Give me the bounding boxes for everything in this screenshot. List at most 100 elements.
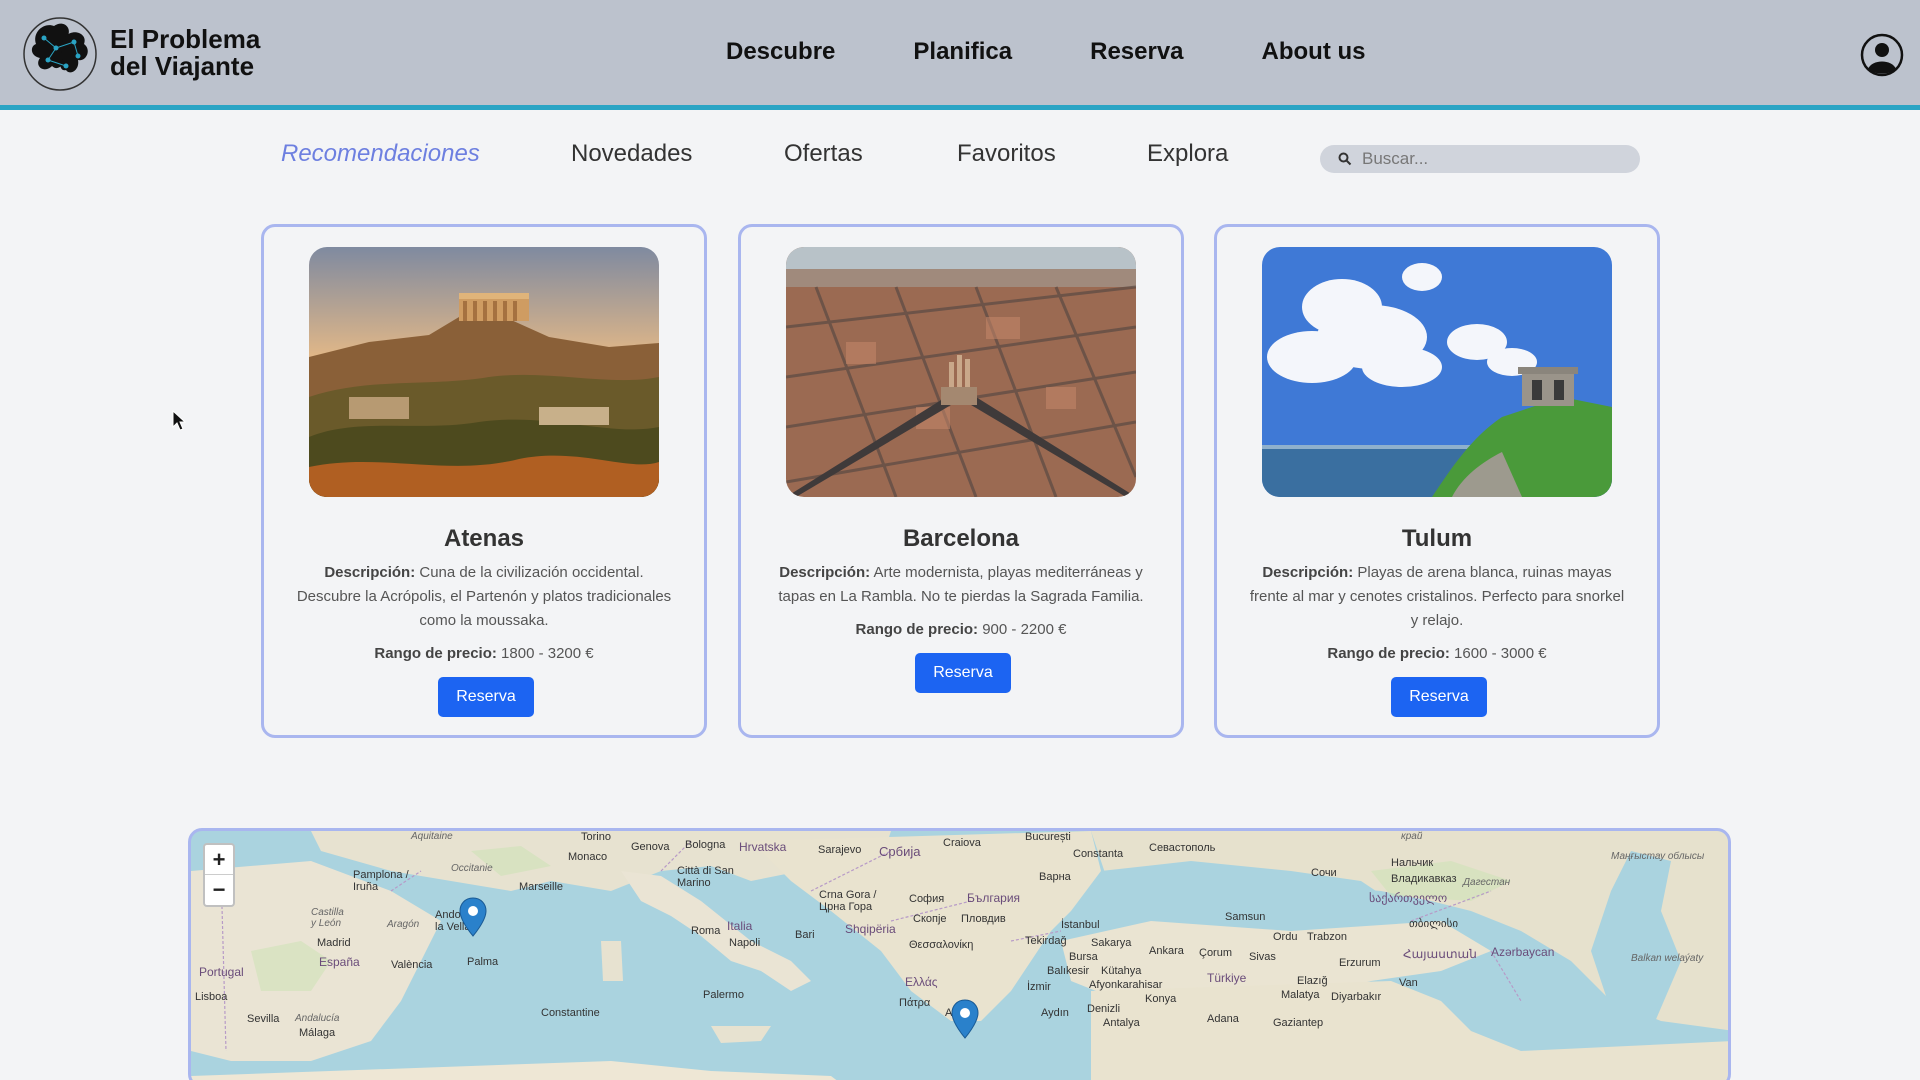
desc-label: Descripción: — [324, 564, 416, 581]
map-label: Madrid — [317, 937, 351, 949]
map-label: Tekirdağ — [1025, 935, 1067, 947]
map-label: Balkan welaýaty — [1631, 953, 1704, 964]
barcelona-image — [786, 247, 1136, 497]
tab-recomendaciones[interactable]: Recomendaciones — [281, 140, 480, 168]
map-label: Denizli — [1087, 1003, 1121, 1015]
card-title-barcelona: Barcelona — [902, 525, 1020, 552]
zoom-out-button[interactable]: − — [205, 875, 233, 905]
map-label: Erzurum — [1339, 957, 1381, 969]
map-pin-icon[interactable] — [459, 897, 487, 937]
map-label: Нальчик — [1391, 857, 1434, 869]
map-label: İzmir — [1027, 981, 1051, 993]
map-label: Malatya — [1281, 989, 1320, 1001]
map-label: Málaga — [299, 1027, 336, 1039]
map-label: Скопје — [913, 913, 947, 925]
search-icon — [1338, 152, 1352, 166]
map-label: Հայաստան — [1403, 947, 1477, 961]
nav-planifica[interactable]: Planifica — [913, 38, 1012, 66]
map-label: Варна — [1039, 871, 1071, 883]
map-label: Türkiye — [1207, 971, 1247, 985]
price-value: 900 - 2200 € — [982, 621, 1067, 638]
reserva-button-barcelona[interactable]: Reserva — [915, 653, 1011, 693]
map-pin-icon[interactable] — [951, 999, 979, 1039]
map-label: Samsun — [1225, 911, 1266, 923]
brand-line-1: El Problema — [110, 24, 261, 54]
map-label: Afyonkarahisar — [1089, 979, 1163, 991]
map-label: Ankara — [1149, 945, 1184, 957]
map-label: Πάτρα — [899, 997, 931, 1009]
map-label: Azərbaycan — [1491, 945, 1555, 959]
zoom-in-button[interactable]: + — [205, 845, 233, 875]
tab-novedades[interactable]: Novedades — [571, 140, 692, 168]
tab-ofertas[interactable]: Ofertas — [784, 140, 863, 168]
map-label: Kütahya — [1101, 965, 1142, 977]
desc-label: Descripción: — [1262, 564, 1354, 581]
map-label: Shqipëria — [845, 922, 896, 936]
price-value: 1600 - 3000 € — [1454, 645, 1547, 662]
search-box[interactable] — [1320, 145, 1640, 173]
card-title-atenas: Atenas — [443, 525, 525, 552]
map-label: Sevilla — [247, 1013, 280, 1025]
map-label: Van — [1399, 977, 1418, 989]
card-description-tulum: Descripción: Playas de arena blanca, rui… — [1245, 561, 1629, 633]
map-label: Sakarya — [1091, 937, 1132, 949]
map-label: Palermo — [703, 989, 744, 1001]
reserva-button-tulum[interactable]: Reserva — [1391, 677, 1487, 717]
nav-reserva[interactable]: Reserva — [1090, 38, 1183, 66]
map-label: თბილისი — [1409, 918, 1459, 930]
tulum-image — [1262, 247, 1612, 497]
map-label: Castilla y León — [311, 907, 344, 929]
map-label: Palma — [467, 956, 499, 968]
map-label: България — [967, 891, 1021, 905]
map-label: İstanbul — [1061, 919, 1100, 931]
card-price-tulum: Rango de precio: 1600 - 3000 € — [1217, 645, 1657, 662]
destination-card-atenas: Atenas Descripción: Cuna de la civilizac… — [261, 224, 707, 738]
tab-favoritos[interactable]: Favoritos — [957, 140, 1056, 168]
map-label: Constanta — [1073, 848, 1124, 860]
map-label: Roma — [691, 925, 721, 937]
card-description-barcelona: Descripción: Arte modernista, playas med… — [769, 561, 1153, 609]
map-label: Hrvatska — [739, 840, 787, 854]
map-label: Sivas — [1249, 951, 1276, 963]
price-label: Rango de precio: — [855, 621, 979, 638]
map-label: Aquitaine — [411, 831, 453, 842]
nav-descubre[interactable]: Descubre — [726, 38, 835, 66]
tab-explora[interactable]: Explora — [1147, 140, 1228, 168]
card-title-tulum: Tulum — [1401, 525, 1473, 552]
map-zoom-control: + − — [203, 843, 235, 907]
search-input[interactable] — [1362, 149, 1612, 169]
map-label: Konya — [1145, 993, 1177, 1005]
map-label: Пловдив — [961, 913, 1006, 925]
destinations-map[interactable]: + − Torino Genova Bologna Hrvatska Saraj… — [188, 828, 1731, 1080]
nav-about-us[interactable]: About us — [1262, 38, 1366, 66]
map-label: Маңғыстау облысы — [1611, 851, 1705, 862]
brand-name[interactable]: El Problema del Viajante — [110, 26, 260, 80]
map-label: Balıkesir — [1047, 965, 1090, 977]
map-label: საქართველო — [1369, 891, 1448, 905]
map-label: Србија — [879, 844, 921, 859]
price-value: 1800 - 3200 € — [501, 645, 594, 662]
map-label: Torino — [581, 831, 611, 843]
map-label: Gaziantep — [1273, 1017, 1324, 1029]
map-label: край — [1401, 831, 1423, 842]
card-description-atenas: Descripción: Cuna de la civilización occ… — [292, 561, 676, 633]
map-label: Севастополь — [1149, 842, 1216, 854]
logo-icon[interactable] — [22, 14, 98, 94]
main-nav: Descubre Planifica Reserva About us — [726, 38, 1444, 66]
destination-card-tulum: Tulum Descripción: Playas de arena blanc… — [1214, 224, 1660, 738]
reserva-button-atenas[interactable]: Reserva — [438, 677, 534, 717]
card-price-atenas: Rango de precio: 1800 - 3200 € — [264, 645, 704, 662]
map-label: Città di San Marino — [677, 865, 734, 889]
map-label: Craiova — [943, 837, 981, 849]
map-label: Ελλάς — [905, 975, 938, 989]
map-label: Ordu — [1273, 931, 1298, 943]
map-label: Владикавказ — [1391, 873, 1457, 885]
map-label: Çorum — [1199, 947, 1233, 959]
map-label: Elazığ — [1297, 975, 1328, 987]
map-label: Monaco — [568, 851, 608, 863]
map-label: Italia — [727, 919, 753, 933]
map-label: București — [1025, 831, 1071, 843]
map-label: Crna Gora / Црна Гора — [819, 889, 877, 913]
user-circle-icon[interactable] — [1860, 33, 1904, 77]
desc-label: Descripción: — [779, 564, 871, 581]
